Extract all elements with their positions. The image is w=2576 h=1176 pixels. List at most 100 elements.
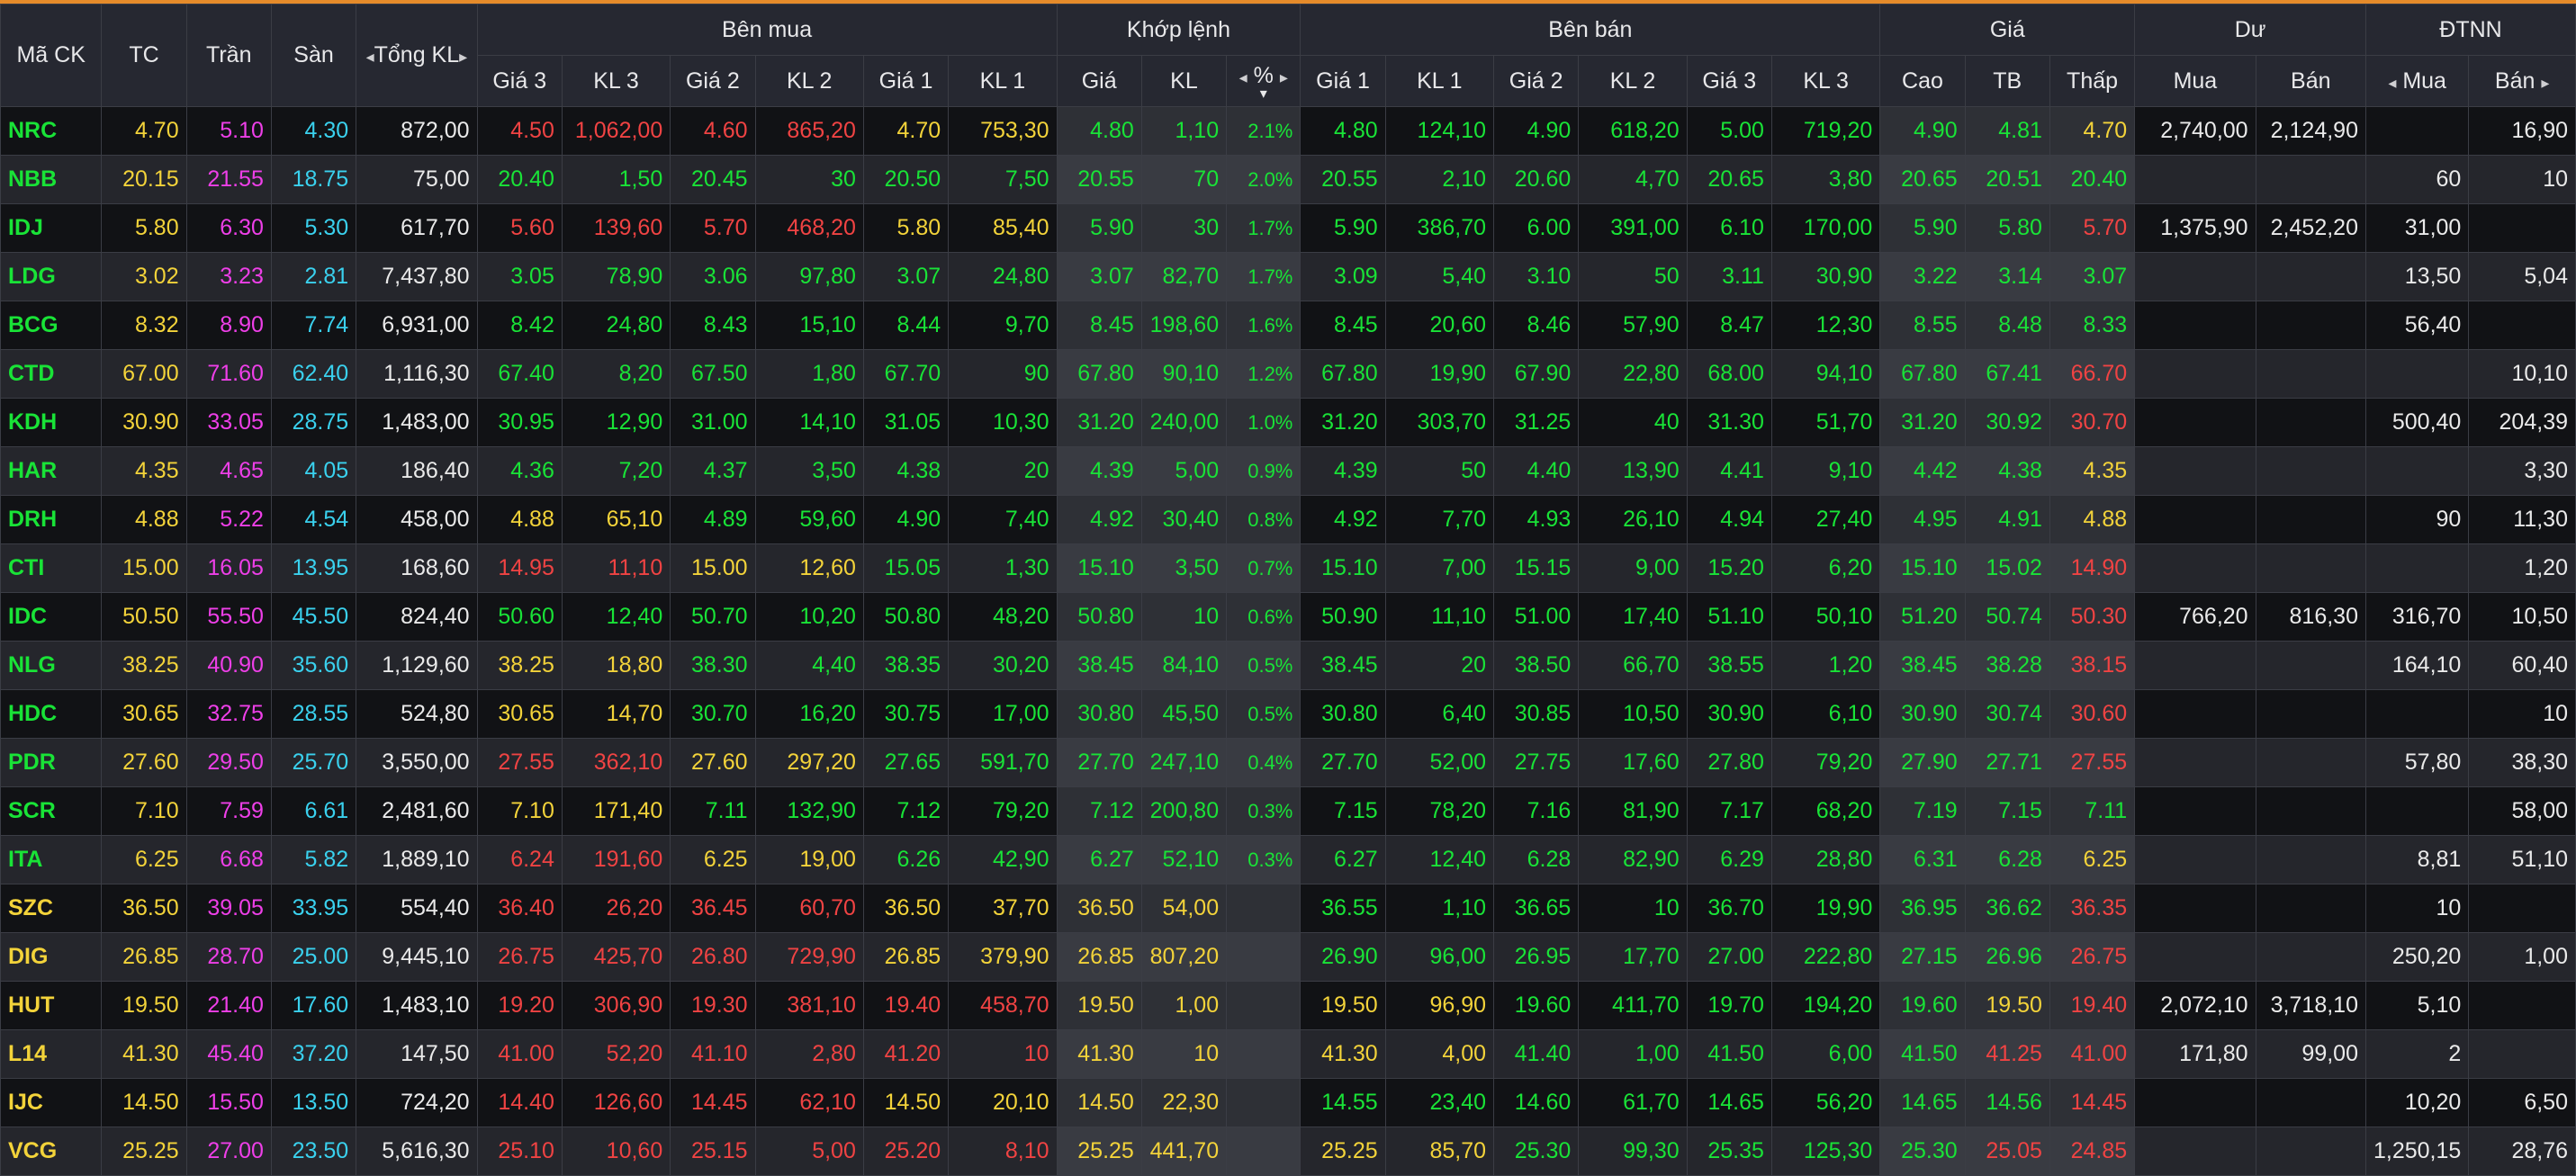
col-ban-gia2[interactable]: Giá 2: [1493, 55, 1580, 107]
table-row[interactable]: VCG 25.25 27.00 23.50 5,616,30 25.10 10,60 25.1…: [0, 1127, 2576, 1176]
col-ban-kl1[interactable]: KL 1: [1384, 55, 1495, 107]
symbol-cell[interactable]: DIG: [0, 932, 103, 982]
col-mua-kl2[interactable]: KL 2: [754, 55, 864, 107]
col-khop-kl[interactable]: KL: [1140, 55, 1228, 107]
change-pct-cell: 0.4%: [1226, 738, 1302, 787]
ask-price2-cell: 51.00: [1493, 592, 1580, 642]
ask-price2-cell: 3.10: [1493, 252, 1580, 301]
table-row[interactable]: PDR 27.60 29.50 25.70 3,550,00 27.55 362,10 27.…: [0, 738, 2576, 787]
ask-price1-cell: 36.55: [1300, 884, 1386, 933]
symbol-cell[interactable]: NLG: [0, 641, 103, 690]
col-nn-ban[interactable]: Bán ▸: [2468, 55, 2576, 107]
col-mua-gia2[interactable]: Giá 2: [670, 55, 756, 107]
symbol-cell[interactable]: HDC: [0, 689, 103, 739]
col-khop-gia[interactable]: Giá: [1056, 55, 1142, 107]
table-row[interactable]: CTD 67.00 71.60 62.40 1,116,30 67.40 8,20 67.50…: [0, 349, 2576, 399]
col-tran[interactable]: Trần: [185, 4, 272, 107]
symbol-cell[interactable]: SCR: [0, 786, 103, 836]
table-row[interactable]: NRC 4.70 5.10 4.30 872,00 4.50 1,062,00 4.60 865…: [0, 106, 2576, 156]
pct-left-icon[interactable]: ◂: [1239, 68, 1247, 86]
avg-price-cell: 5.80: [1964, 203, 2050, 253]
bid-vol2-cell: 59,60: [754, 495, 864, 544]
pct-right-icon[interactable]: ▸: [1280, 68, 1288, 86]
symbol-cell[interactable]: BCG: [0, 301, 103, 350]
high-price-cell: 8.55: [1879, 301, 1966, 350]
symbol-cell[interactable]: IJC: [0, 1078, 103, 1127]
col-mua-gia3[interactable]: Giá 3: [476, 55, 563, 107]
col-ma-ck[interactable]: Mã CK: [0, 4, 103, 107]
symbol-cell[interactable]: CTD: [0, 349, 103, 399]
floor-price-cell: 4.30: [270, 106, 357, 156]
col-mua-gia1[interactable]: Giá 1: [862, 55, 950, 107]
symbol-cell[interactable]: LDG: [0, 252, 103, 301]
table-row[interactable]: HDC 30.65 32.75 28.55 524,80 30.65 14,70 30.70 1…: [0, 689, 2576, 739]
col-cao[interactable]: Cao: [1879, 55, 1966, 107]
col-thap[interactable]: Thấp: [2049, 55, 2136, 107]
table-row[interactable]: ITA 6.25 6.68 5.82 1,889,10 6.24 191,60 6.25 19,…: [0, 835, 2576, 884]
table-row[interactable]: CTI 15.00 16.05 13.95 168,60 14.95 11,10 15.00 1…: [0, 543, 2576, 593]
table-row[interactable]: L14 41.30 45.40 37.20 147,50 41.00 52,20 41.10 2…: [0, 1029, 2576, 1079]
col-mua-kl1[interactable]: KL 1: [948, 55, 1058, 107]
ask-price1-cell: 25.25: [1300, 1127, 1386, 1176]
symbol-cell[interactable]: VCG: [0, 1127, 103, 1176]
table-row[interactable]: SCR 7.10 7.59 6.61 2,481,60 7.10 171,40 7.11 132…: [0, 786, 2576, 836]
col-tong-kl[interactable]: ◂Tổng KL▸: [356, 4, 478, 107]
table-row[interactable]: HAR 4.35 4.65 4.05 186,40 4.36 7,20 4.37 3,50 4.3…: [0, 446, 2576, 496]
ceiling-price-cell: 4.65: [185, 446, 272, 496]
col-tb[interactable]: TB: [1964, 55, 2050, 107]
ask-price1-cell: 27.70: [1300, 738, 1386, 787]
symbol-cell[interactable]: CTI: [0, 543, 103, 593]
col-du-ban[interactable]: Bán: [2255, 55, 2366, 107]
table-row[interactable]: KDH 30.90 33.05 28.75 1,483,00 30.95 12,90 31.0…: [0, 398, 2576, 447]
high-price-cell: 36.95: [1879, 884, 1966, 933]
col-ban-gia1[interactable]: Giá 1: [1300, 55, 1386, 107]
scroll-left-icon[interactable]: ◂: [366, 48, 374, 66]
table-row[interactable]: IDC 50.50 55.50 45.50 824,40 50.60 12,40 50.70 1…: [0, 592, 2576, 642]
nn-right-icon[interactable]: ▸: [2541, 74, 2549, 92]
scroll-right-icon[interactable]: ▸: [459, 48, 467, 66]
col-mua-kl3[interactable]: KL 3: [561, 55, 671, 107]
bid-vol2-cell: 729,90: [754, 932, 864, 982]
table-row[interactable]: SZC 36.50 39.05 33.95 554,40 36.40 26,20 36.45 6…: [0, 884, 2576, 933]
symbol-cell[interactable]: PDR: [0, 738, 103, 787]
symbol-cell[interactable]: KDH: [0, 398, 103, 447]
symbol-cell[interactable]: L14: [0, 1029, 103, 1079]
ask-vol3-cell: 6,10: [1770, 689, 1881, 739]
symbol-cell[interactable]: HAR: [0, 446, 103, 496]
table-row[interactable]: DIG 26.85 28.70 25.00 9,445,10 26.75 425,70 26.…: [0, 932, 2576, 982]
table-row[interactable]: BCG 8.32 8.90 7.74 6,931,00 8.42 24,80 8.43 15,1…: [0, 301, 2576, 350]
symbol-cell[interactable]: ITA: [0, 835, 103, 884]
table-row[interactable]: HUT 19.50 21.40 17.60 1,483,10 19.20 306,90 19.…: [0, 981, 2576, 1030]
floor-price-cell: 2.81: [270, 252, 357, 301]
symbol-cell[interactable]: SZC: [0, 884, 103, 933]
table-row[interactable]: DRH 4.88 5.22 4.54 458,00 4.88 65,10 4.89 59,60 4…: [0, 495, 2576, 544]
symbol-cell[interactable]: DRH: [0, 495, 103, 544]
symbol-cell[interactable]: IDC: [0, 592, 103, 642]
symbol-cell[interactable]: IDJ: [0, 203, 103, 253]
nn-left-icon[interactable]: ◂: [2388, 74, 2396, 92]
col-nn-mua[interactable]: ◂ Mua: [2364, 55, 2470, 107]
col-ban-kl2[interactable]: KL 2: [1578, 55, 1688, 107]
table-row[interactable]: LDG 3.02 3.23 2.81 7,437,80 3.05 78,90 3.06 97,8…: [0, 252, 2576, 301]
col-pct[interactable]: ◂ % ▸ ▾: [1226, 55, 1302, 107]
table-row[interactable]: IJC 14.50 15.50 13.50 724,20 14.40 126,60 14.45…: [0, 1078, 2576, 1127]
remain-buy-cell: [2134, 689, 2256, 739]
bid-price1-cell: 38.35: [862, 641, 950, 690]
col-tc[interactable]: TC: [101, 4, 187, 107]
foreign-buy-cell: [2364, 349, 2470, 399]
col-san[interactable]: Sàn: [270, 4, 357, 107]
table-row[interactable]: IDJ 5.80 6.30 5.30 617,70 5.60 139,60 5.70 468,2…: [0, 203, 2576, 253]
symbol-cell[interactable]: NRC: [0, 106, 103, 156]
ask-price1-cell: 4.80: [1300, 106, 1386, 156]
match-price-cell: 4.92: [1056, 495, 1142, 544]
bid-vol3-cell: 8,20: [561, 349, 671, 399]
table-row[interactable]: NLG 38.25 40.90 35.60 1,129,60 38.25 18,80 38.3…: [0, 641, 2576, 690]
col-ban-gia3[interactable]: Giá 3: [1686, 55, 1772, 107]
table-row[interactable]: NBB 20.15 21.55 18.75 75,00 20.40 1,50 20.45 30 2…: [0, 155, 2576, 204]
ask-vol3-cell: 170,00: [1770, 203, 1881, 253]
remain-sell-cell: [2255, 252, 2366, 301]
symbol-cell[interactable]: NBB: [0, 155, 103, 204]
col-du-mua[interactable]: Mua: [2134, 55, 2256, 107]
symbol-cell[interactable]: HUT: [0, 981, 103, 1030]
col-ban-kl3[interactable]: KL 3: [1770, 55, 1881, 107]
